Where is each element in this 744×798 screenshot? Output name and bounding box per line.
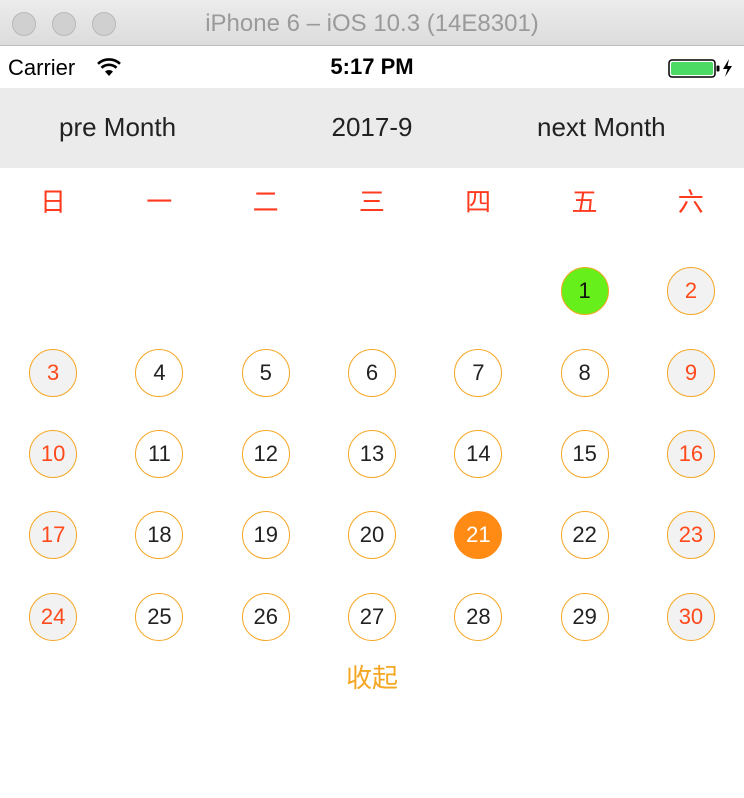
weekday-label: 四 (465, 187, 492, 217)
calendar-day[interactable]: 23 (666, 511, 715, 559)
calendar-day[interactable]: 29 (560, 593, 609, 641)
calendar-day[interactable]: 26 (241, 593, 290, 641)
calendar-day[interactable]: 22 (560, 511, 609, 559)
calendar-day[interactable]: 2 (666, 267, 715, 315)
calendar-day[interactable]: 21 (454, 511, 503, 559)
calendar-day[interactable]: 19 (241, 511, 290, 559)
calendar-day[interactable]: 1 (560, 267, 609, 315)
weekday-label: 一 (146, 187, 173, 217)
weekday-label: 二 (252, 187, 279, 217)
calendar-day[interactable]: 11 (135, 430, 184, 478)
status-time: 5:17 PM (330, 54, 414, 79)
calendar-day[interactable]: 20 (348, 511, 397, 559)
status-bar: Carrier 5:17 PM (0, 46, 744, 88)
calendar-day[interactable]: 25 (135, 593, 184, 641)
calendar-day[interactable]: 28 (454, 593, 503, 641)
calendar-day[interactable]: 18 (135, 511, 184, 559)
calendar-day[interactable]: 10 (29, 430, 78, 478)
calendar-day[interactable]: 5 (241, 349, 290, 397)
calendar-day[interactable]: 14 (454, 430, 503, 478)
calendar-day[interactable]: 9 (666, 349, 715, 397)
weekday-header: 日一二三四五六 (0, 168, 744, 228)
calendar-day[interactable]: 7 (454, 349, 503, 397)
battery-charging-icon (668, 59, 732, 78)
weekday-label: 三 (358, 187, 385, 217)
month-navigation: pre Month 2017-9 next Month (0, 88, 744, 168)
calendar-day[interactable]: 17 (29, 511, 78, 559)
calendar-day[interactable]: 24 (29, 593, 78, 641)
calendar-day[interactable]: 16 (666, 430, 715, 478)
next-month-button[interactable]: next Month (537, 112, 666, 143)
calendar-day[interactable]: 4 (135, 349, 184, 397)
calendar-day[interactable]: 27 (348, 593, 397, 641)
weekday-label: 六 (677, 187, 704, 217)
calendar-day-grid: 1 2 3 4 5 6 7 8 9 10 11 12 13 14 15 16 17 18 19 20 21 22 23 24 2… (0, 250, 744, 650)
calendar-day[interactable]: 8 (560, 349, 609, 397)
calendar-day[interactable]: 6 (348, 349, 397, 397)
weekday-label: 日 (39, 187, 66, 217)
calendar-day[interactable]: 3 (29, 349, 78, 397)
collapse-button[interactable]: 收起 (0, 658, 744, 695)
simulator-titlebar: iPhone 6 – iOS 10.3 (14E8301) (0, 0, 744, 46)
calendar-day[interactable]: 30 (666, 593, 715, 641)
calendar-day[interactable]: 15 (560, 430, 609, 478)
calendar-day[interactable]: 12 (241, 430, 290, 478)
calendar-day[interactable]: 13 (348, 430, 397, 478)
weekday-label: 五 (571, 187, 598, 217)
window-title: iPhone 6 – iOS 10.3 (14E8301) (205, 10, 539, 37)
